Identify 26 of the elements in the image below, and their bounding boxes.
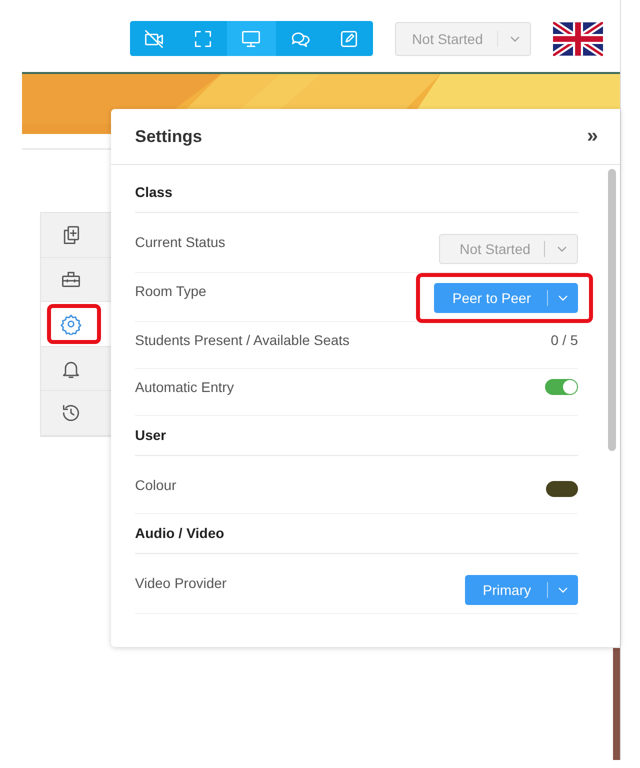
panel-title: Settings (135, 126, 202, 146)
side-rail-button[interactable] (41, 302, 113, 347)
dropdown-button[interactable]: Peer to Peer (434, 283, 578, 313)
dropdown-button[interactable]: Primary (464, 575, 578, 605)
toggle-switch[interactable] (545, 379, 578, 395)
setting-label: Current Status (135, 233, 226, 250)
setting-label: Students Present / Available Seats (135, 331, 350, 348)
setting-value: 0 / 5 (550, 332, 578, 348)
flag-icon[interactable] (552, 22, 603, 56)
section-title: Audio / Video (135, 514, 578, 554)
setting-label: Colour (135, 476, 176, 493)
setting-label: Room Type (135, 282, 206, 299)
collapse-button[interactable]: » (586, 125, 598, 148)
toolbar-button[interactable] (227, 21, 276, 56)
chevron-down-icon (557, 246, 567, 252)
settings-icon (60, 312, 82, 335)
chevron-down-icon (510, 36, 520, 42)
scrollbar[interactable] (608, 169, 616, 451)
chevron-down-icon (558, 587, 568, 593)
color-swatch[interactable] (546, 481, 578, 497)
section-title: Class (135, 173, 578, 213)
section-title: User (135, 416, 578, 456)
setting-label: Automatic Entry (135, 378, 234, 395)
video-off-icon (143, 28, 166, 50)
setting-label: Video Provider (135, 574, 227, 591)
chevron-down-icon (558, 295, 568, 301)
